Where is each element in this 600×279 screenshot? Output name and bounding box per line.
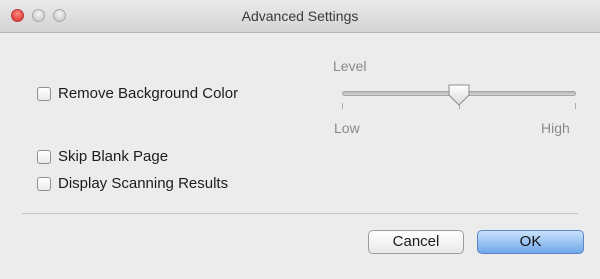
remove-background-color-label: Remove Background Color	[58, 85, 239, 102]
cancel-button[interactable]: Cancel	[368, 230, 464, 254]
display-scanning-results-option[interactable]: Display Scanning Results	[37, 175, 228, 192]
window-title: Advanced Settings	[241, 8, 359, 24]
level-slider[interactable]	[342, 84, 576, 114]
slider-tick	[575, 103, 576, 109]
advanced-settings-window: Advanced Settings Remove Background Colo…	[0, 0, 600, 279]
ok-button[interactable]: OK	[477, 230, 584, 254]
level-label: Level	[333, 58, 367, 74]
skip-blank-page-label: Skip Blank Page	[58, 148, 169, 165]
skip-blank-page-option[interactable]: Skip Blank Page	[37, 148, 168, 165]
remove-background-color-checkbox[interactable]	[37, 86, 51, 101]
slider-min-label: Low	[334, 120, 360, 136]
display-scanning-results-label: Display Scanning Results	[58, 175, 229, 192]
slider-thumb[interactable]	[447, 84, 471, 106]
slider-max-label: High	[541, 120, 570, 136]
slider-tick	[342, 103, 343, 109]
skip-blank-page-checkbox[interactable]	[37, 149, 51, 164]
title-bar: Advanced Settings	[0, 0, 600, 33]
remove-background-color-option[interactable]: Remove Background Color	[37, 85, 238, 102]
display-scanning-results-checkbox[interactable]	[37, 176, 51, 191]
separator	[22, 213, 578, 214]
